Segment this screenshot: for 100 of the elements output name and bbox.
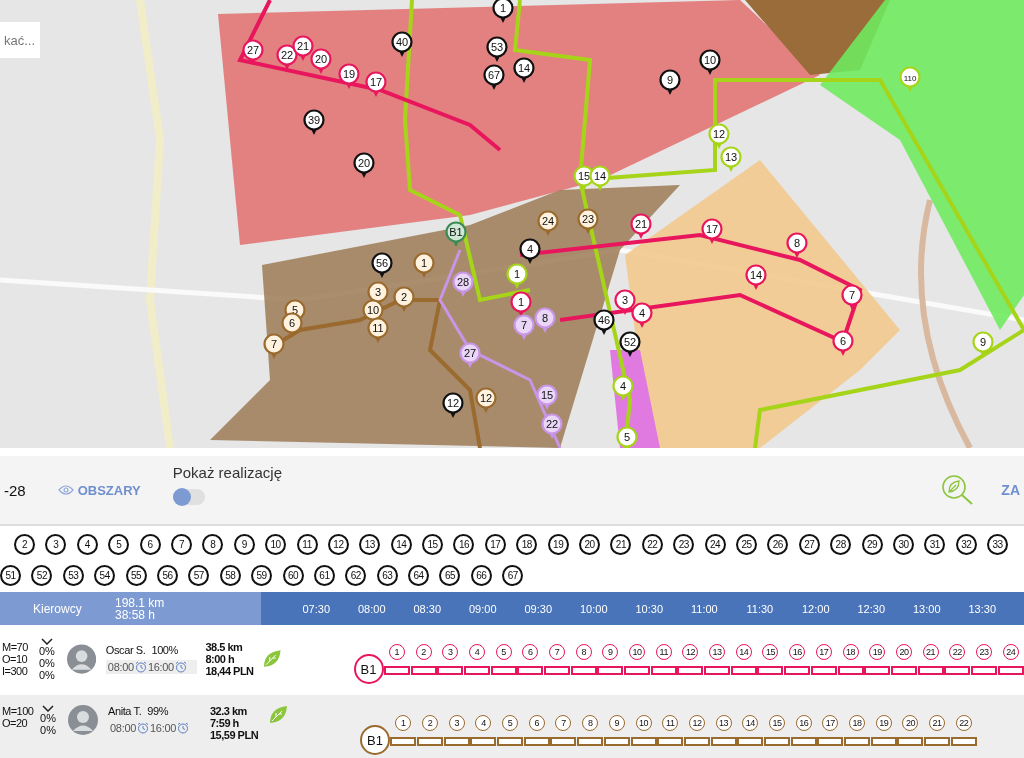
timeline-stop-pin[interactable]: 6 [528, 714, 545, 731]
stop-pin[interactable]: 52 [31, 565, 53, 586]
stop-pin[interactable]: 2 [14, 534, 35, 555]
timeline-stop-pin[interactable]: 10 [629, 643, 646, 660]
timeline-stop-pin[interactable]: 2 [422, 714, 439, 731]
timeline-stop-pin[interactable]: 12 [682, 643, 699, 660]
stop-bar[interactable] [603, 736, 630, 746]
stop-pin[interactable]: 13 [359, 534, 381, 555]
timeline-stop-pin[interactable]: 4 [468, 643, 485, 660]
stop-pin[interactable]: 18 [516, 534, 538, 555]
stop-pin[interactable]: 67 [502, 565, 524, 586]
timeline-stop-pin[interactable]: 18 [842, 643, 859, 660]
timeline-stop-pin[interactable]: 20 [895, 643, 912, 660]
timeline-stop-pin[interactable]: 13 [709, 643, 726, 660]
stop-pin[interactable]: 30 [892, 534, 914, 555]
timeline-stop-pin[interactable]: 20 [902, 714, 919, 731]
stop-pin[interactable]: 58 [219, 565, 241, 586]
stop-pin[interactable]: 54 [94, 565, 116, 586]
stop-pin[interactable]: 31 [924, 534, 946, 555]
stop-pin[interactable]: 65 [439, 565, 461, 586]
timeline-stop-pin[interactable]: 8 [582, 714, 599, 731]
stop-bar[interactable] [550, 736, 577, 746]
timeline-stop-pin[interactable]: 10 [635, 714, 652, 731]
stop-bar[interactable] [417, 736, 444, 746]
stop-bar[interactable] [763, 736, 790, 746]
timeline-stop-pin[interactable]: 11 [655, 643, 672, 660]
stop-pin[interactable]: 21 [610, 534, 632, 555]
stop-bar[interactable] [870, 736, 897, 746]
stop-pin[interactable]: 15 [422, 534, 444, 555]
stop-bar[interactable] [650, 665, 677, 675]
stop-bar[interactable] [390, 736, 417, 746]
stop-pin[interactable]: 23 [673, 534, 695, 555]
stop-pin[interactable]: 6 [139, 534, 161, 555]
timeline-stop-pin[interactable]: 21 [922, 643, 939, 660]
stop-bar[interactable] [897, 736, 924, 746]
stop-pin[interactable]: 9 [233, 534, 255, 555]
stop-bar[interactable] [523, 736, 550, 746]
stop-pin[interactable]: 17 [484, 534, 506, 555]
stop-bar[interactable] [917, 665, 944, 675]
stop-pin[interactable]: 55 [125, 565, 147, 586]
stop-pin[interactable]: 32 [955, 534, 977, 555]
stop-bar[interactable] [383, 665, 410, 675]
stop-pin[interactable]: 7 [170, 534, 192, 555]
timeline-stop-pin[interactable]: 5 [495, 643, 512, 660]
stop-bar[interactable] [577, 736, 604, 746]
timeline-stop-pin[interactable]: 4 [475, 714, 492, 731]
stop-bar[interactable] [970, 665, 997, 675]
stop-bar[interactable] [677, 665, 704, 675]
timeline-stop-pin[interactable]: 3 [442, 643, 459, 660]
timeline-stop-pin[interactable]: 22 [949, 643, 966, 660]
stop-bar[interactable] [757, 665, 784, 675]
timeline-stop-pin[interactable]: 5 [502, 714, 519, 731]
stop-pin[interactable]: 12 [327, 534, 349, 555]
stop-pin[interactable]: 27 [798, 534, 820, 555]
stop-pin[interactable]: 16 [453, 534, 475, 555]
timeline-stop-pin[interactable]: 1 [388, 643, 405, 660]
stop-bar[interactable] [463, 665, 490, 675]
stop-pin[interactable]: 8 [202, 534, 224, 555]
stop-bar[interactable] [710, 736, 737, 746]
timeline-stop-pin[interactable]: 23 [975, 643, 992, 660]
stop-pin[interactable]: 22 [641, 534, 663, 555]
stop-pin[interactable]: 25 [736, 534, 757, 555]
timeline-stop-pin[interactable]: 12 [688, 714, 705, 731]
stop-pin[interactable]: 63 [376, 565, 398, 586]
stop-pin[interactable]: 19 [547, 534, 569, 555]
stop-pin[interactable]: 11 [296, 534, 318, 555]
stop-bar[interactable] [864, 665, 891, 675]
timeline-stop-pin[interactable]: 15 [762, 643, 779, 660]
stop-bar[interactable] [517, 665, 544, 675]
timeline-stop-pin[interactable]: 19 [869, 643, 886, 660]
stop-pin[interactable]: 64 [408, 565, 430, 586]
stop-pin[interactable]: 33 [987, 534, 1009, 555]
stop-bar[interactable] [817, 736, 844, 746]
stop-bar[interactable] [784, 665, 811, 675]
stop-pin[interactable]: 26 [767, 534, 789, 555]
stop-pin[interactable]: 66 [470, 565, 492, 586]
stop-bar[interactable] [950, 736, 977, 746]
timeline-stop-pin[interactable]: 13 [715, 714, 732, 731]
stop-bar[interactable] [410, 665, 437, 675]
timeline-stop-pin[interactable]: 8 [575, 643, 592, 660]
timeline-stop-pin[interactable]: 18 [849, 714, 866, 731]
route-start-badge[interactable]: B1 [360, 725, 390, 755]
timeline-stop-pin[interactable]: 6 [522, 643, 539, 660]
timeline-stop-pin[interactable]: 14 [742, 714, 759, 731]
timeline-stop-pin[interactable]: 1 [395, 714, 412, 731]
timeline-stop-pin[interactable]: 2 [415, 643, 432, 660]
timeline-stop-pin[interactable]: 21 [929, 714, 946, 731]
stop-pin[interactable]: 20 [579, 534, 601, 555]
search-field[interactable]: kać... [0, 22, 40, 58]
stop-pin[interactable]: 24 [704, 534, 726, 555]
stop-bar[interactable] [497, 736, 524, 746]
stop-bar[interactable] [730, 665, 757, 675]
route-start-badge[interactable]: B1 [353, 654, 384, 684]
toggle-switch[interactable] [172, 488, 205, 505]
stop-bar[interactable] [570, 665, 597, 675]
stop-pin[interactable]: 62 [345, 565, 367, 586]
stop-pin[interactable]: 51 [0, 565, 21, 586]
stop-bar[interactable] [810, 665, 837, 675]
stop-bar[interactable] [597, 665, 624, 675]
stop-bar[interactable] [704, 665, 731, 675]
